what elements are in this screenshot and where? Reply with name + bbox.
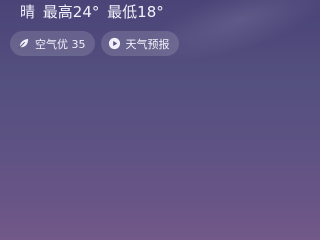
info-chips: 空气优 35 天气预报 xyxy=(10,31,179,56)
temperature-low: 最低18° xyxy=(107,3,164,21)
weather-condition: 晴 xyxy=(20,3,36,21)
air-quality-chip[interactable]: 空气优 35 xyxy=(10,31,95,56)
air-quality-label: 空气优 35 xyxy=(35,37,86,51)
leaf-icon xyxy=(18,38,29,49)
temperature-high: 最高24° xyxy=(42,3,100,21)
forecast-chip[interactable]: 天气预报 xyxy=(100,31,179,56)
play-icon xyxy=(108,37,120,50)
forecast-label: 天气预报 xyxy=(125,37,170,51)
weather-summary: 晴 最高24° 最低18° xyxy=(20,1,172,23)
